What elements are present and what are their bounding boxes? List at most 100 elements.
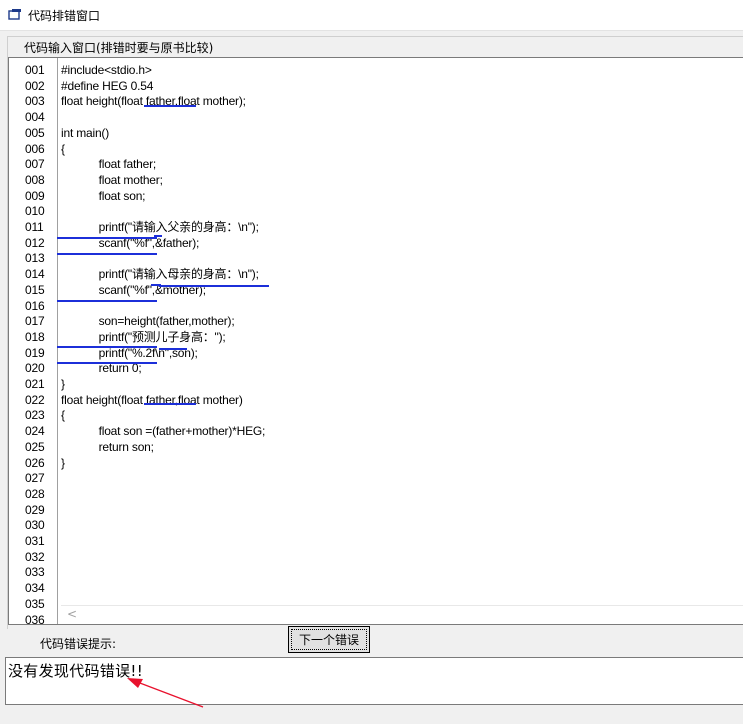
- code-line[interactable]: 007 float father;: [9, 156, 743, 172]
- line-number: 021: [25, 377, 45, 391]
- line-number: 023: [25, 408, 45, 423]
- line-number: 029: [25, 502, 45, 517]
- code-text: {: [61, 141, 65, 156]
- code-line[interactable]: 017 son=height(father,mother);: [9, 313, 743, 329]
- code-text: float mother;: [61, 172, 163, 187]
- line-number: 009: [25, 188, 45, 203]
- code-line[interactable]: 006 {: [9, 141, 743, 157]
- code-line[interactable]: 014 printf("请输入母亲的身高：\n");: [9, 266, 743, 282]
- code-text: }: [61, 455, 65, 470]
- window-icon: [8, 9, 21, 20]
- error-hint-label: 代码错误提示:: [40, 637, 117, 651]
- underline-mark: [151, 284, 161, 286]
- window-title: 代码排错窗口: [28, 8, 101, 23]
- line-number: 036: [25, 612, 45, 625]
- line-number: 006: [25, 141, 45, 156]
- code-line[interactable]: 010: [9, 203, 743, 219]
- line-number: 015: [25, 282, 45, 297]
- code-line[interactable]: 003 float height(float father,float mothe…: [9, 93, 743, 109]
- code-line[interactable]: 026}: [9, 455, 743, 471]
- line-number: 032: [25, 549, 45, 564]
- code-line[interactable]: 023 {: [9, 407, 743, 423]
- code-text: son=height(father,mother);: [61, 314, 235, 329]
- code-text: {: [61, 408, 65, 423]
- code-line[interactable]: 028: [9, 486, 743, 502]
- code-text: }: [61, 377, 65, 391]
- code-line[interactable]: 008 float mother;: [9, 172, 743, 188]
- underline-mark: [57, 346, 157, 348]
- line-number: 016: [25, 298, 45, 313]
- line-number: 005: [25, 125, 45, 140]
- line-number: 020: [25, 361, 45, 376]
- line-number: 035: [25, 596, 45, 611]
- code-text: printf("请输入父亲的身高：\n");: [61, 220, 259, 234]
- code-text: float height(float father,float mother): [61, 392, 243, 407]
- line-number: 010: [25, 204, 45, 219]
- underline-mark: [159, 348, 187, 350]
- code-line[interactable]: 004: [9, 109, 743, 125]
- code-line[interactable]: 030: [9, 517, 743, 533]
- code-text: printf("预测儿子身高：");: [61, 329, 226, 344]
- code-text: return son;: [61, 439, 154, 454]
- code-line[interactable]: 035: [9, 596, 743, 612]
- title-bar: 代码排错窗口: [0, 0, 743, 31]
- line-number: 011: [25, 220, 44, 234]
- underline-mark: [154, 235, 162, 237]
- code-line[interactable]: 009 float son;: [9, 188, 743, 204]
- code-line[interactable]: 036: [9, 612, 743, 625]
- line-number: 007: [25, 157, 45, 172]
- line-number: 027: [25, 471, 45, 486]
- line-number: 019: [25, 345, 45, 360]
- underline-mark: [57, 253, 157, 255]
- line-number: 004: [25, 110, 45, 125]
- code-input-group-label: 代码输入窗口(排错时要与原书比较): [22, 39, 216, 56]
- code-line[interactable]: 024 float son =(father+mother)*HEG;: [9, 423, 743, 439]
- line-number: 033: [25, 565, 45, 580]
- code-line[interactable]: 032: [9, 549, 743, 565]
- code-line[interactable]: 002 #define HEG 0.54: [9, 78, 743, 94]
- line-number: 002: [25, 78, 45, 93]
- line-number: 031: [25, 534, 45, 548]
- code-line[interactable]: 027: [9, 470, 743, 486]
- code-line[interactable]: 021}: [9, 376, 743, 392]
- line-number: 018: [25, 329, 45, 344]
- underline-mark: [57, 300, 157, 302]
- code-text: float son =(father+mother)*HEG;: [61, 424, 266, 439]
- code-text: printf("请输入母亲的身高：\n");: [61, 267, 259, 282]
- code-text: float son;: [61, 188, 146, 203]
- code-editor[interactable]: < 001 #include<stdio.h> 002 #define HEG 0.5…: [8, 57, 743, 625]
- code-line[interactable]: 025 return son;: [9, 439, 743, 455]
- code-line[interactable]: 029: [9, 502, 743, 518]
- code-line[interactable]: 033: [9, 564, 743, 580]
- underline-mark: [144, 105, 196, 107]
- line-number: 028: [25, 486, 45, 501]
- line-number: 017: [25, 314, 45, 329]
- underline-mark: [159, 285, 269, 287]
- line-number: 001: [25, 63, 45, 77]
- code-line[interactable]: 011 printf("请输入父亲的身高：\n");: [9, 219, 743, 235]
- code-text: #include<stdio.h>: [61, 63, 152, 77]
- code-line[interactable]: 001 #include<stdio.h>: [9, 62, 743, 78]
- underline-mark: [57, 362, 157, 364]
- code-line[interactable]: 018 printf("预测儿子身高：");: [9, 329, 743, 345]
- line-number: 008: [25, 172, 45, 187]
- code-line[interactable]: 031: [9, 533, 743, 549]
- line-number: 034: [25, 581, 45, 596]
- underline-mark: [144, 403, 196, 405]
- line-number: 022: [25, 392, 45, 407]
- line-number: 014: [25, 267, 45, 282]
- error-output-box[interactable]: 没有发现代码错误!!: [5, 657, 743, 705]
- line-number: 012: [25, 235, 45, 250]
- error-message: 没有发现代码错误!!: [8, 662, 144, 680]
- code-text: int main(): [61, 125, 110, 140]
- code-line[interactable]: 022 float height(float father,float mothe…: [9, 392, 743, 408]
- code-line[interactable]: 034: [9, 580, 743, 596]
- code-text: float father;: [61, 157, 157, 172]
- next-error-button[interactable]: 下一个错误: [288, 626, 370, 653]
- code-line[interactable]: 005 int main(): [9, 125, 743, 141]
- line-number: 003: [25, 94, 45, 109]
- line-number: 030: [25, 518, 45, 533]
- code-line[interactable]: 015 scanf("%f",&mother);: [9, 282, 743, 298]
- line-number: 013: [25, 251, 45, 266]
- code-text: #define HEG 0.54: [61, 78, 154, 93]
